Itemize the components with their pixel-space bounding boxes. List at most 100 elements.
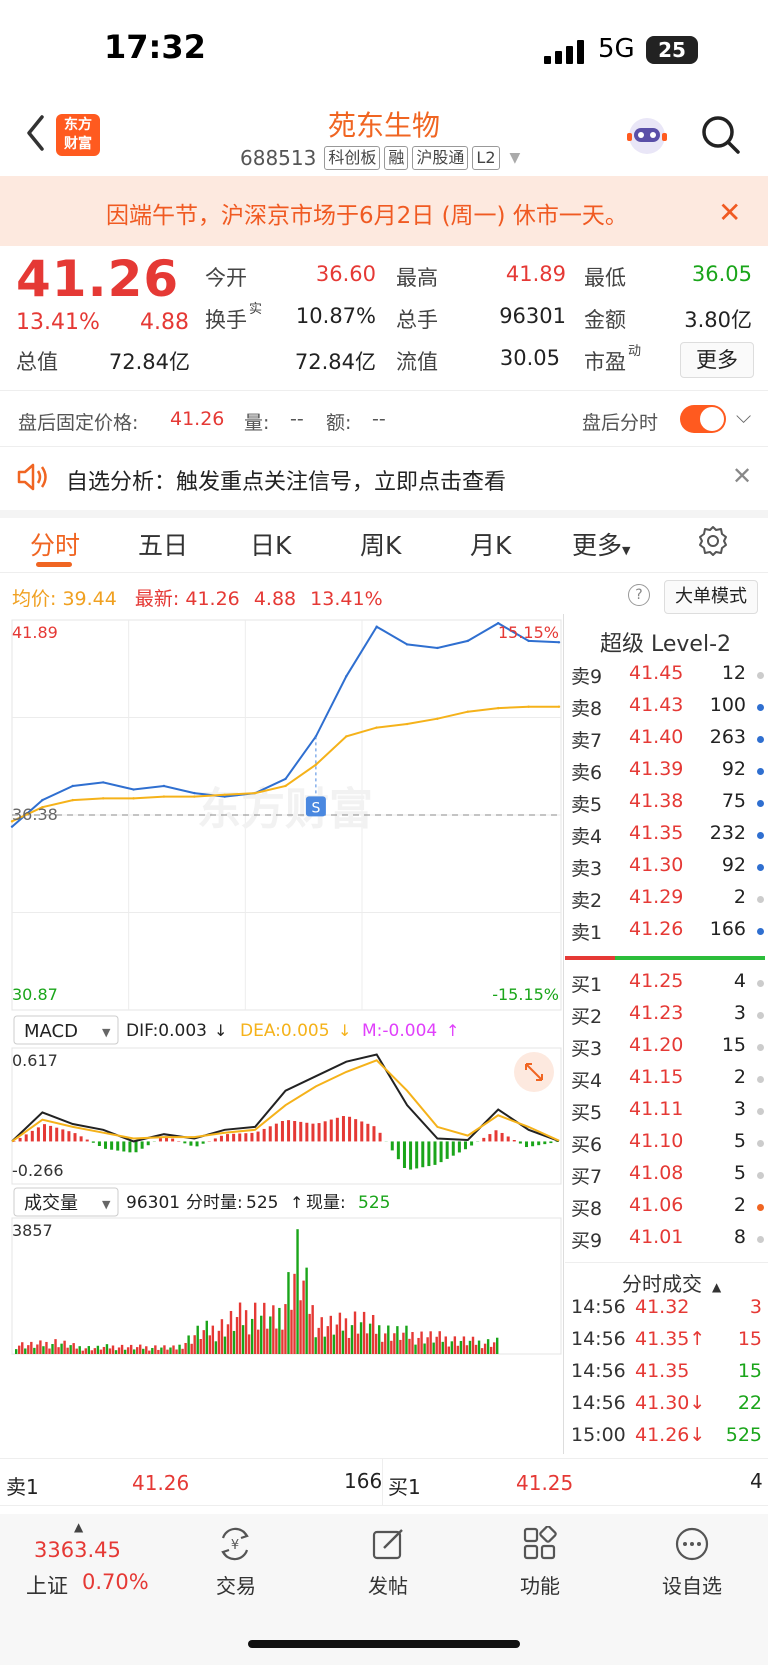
- nav-post[interactable]: 发帖: [338, 1570, 438, 1599]
- close-icon[interactable]: ✕: [718, 196, 741, 229]
- volume-bar: [42, 1346, 45, 1354]
- bid1-price: 41.25: [516, 1471, 574, 1495]
- ask-level[interactable]: 卖7 41.40 263: [565, 726, 768, 758]
- bid-level[interactable]: 买7 41.08 5: [565, 1162, 768, 1194]
- post-icon[interactable]: [370, 1526, 406, 1562]
- last-price: 41.26: [16, 250, 180, 308]
- ask-level[interactable]: 卖4 41.35 232: [565, 822, 768, 854]
- level-label: 卖1: [571, 922, 603, 944]
- nav-trade[interactable]: 交易: [186, 1570, 286, 1599]
- macd-bar: [396, 1141, 400, 1160]
- level-price: 41.35: [629, 822, 684, 844]
- level-dot-icon: [757, 672, 764, 679]
- bid-level[interactable]: 买9 41.01 8: [565, 1226, 768, 1258]
- tab-daily-k[interactable]: 日K: [250, 526, 291, 562]
- bid-level[interactable]: 买1 41.25 4: [565, 970, 768, 1002]
- after-hours-toggle[interactable]: [680, 405, 726, 433]
- chevron-down-icon[interactable]: ⌵: [736, 404, 751, 428]
- bid-level[interactable]: 买6 41.10 5: [565, 1130, 768, 1162]
- average-price-point: [436, 717, 439, 720]
- tab-more[interactable]: 更多▼: [572, 526, 630, 562]
- dropdown-arrow-icon: ▼: [102, 1198, 111, 1211]
- volume-bar: [229, 1310, 233, 1354]
- ask-level[interactable]: 卖9 41.45 12: [565, 662, 768, 694]
- battery-icon: 25: [646, 36, 698, 64]
- index-percent[interactable]: 0.70%: [82, 1570, 149, 1594]
- more-dots-icon[interactable]: [674, 1526, 710, 1562]
- ask-level[interactable]: 卖3 41.30 92: [565, 854, 768, 886]
- volume-bar: [263, 1302, 266, 1354]
- stock-code-row[interactable]: 688513 科创板 融 沪股通 L2 ▼: [240, 144, 520, 172]
- macd-bar: [226, 1134, 230, 1142]
- volume-bar: [39, 1340, 42, 1354]
- tab-weekly-k[interactable]: 周K: [360, 526, 401, 562]
- macd-bar: [97, 1141, 101, 1147]
- speaker-icon: [17, 463, 47, 491]
- tab-monthly-k[interactable]: 月K: [470, 526, 511, 562]
- average-price-point: [405, 722, 409, 726]
- bid-level[interactable]: 买3 41.20 15: [565, 1034, 768, 1066]
- volume-bar: [96, 1345, 100, 1354]
- level-volume: 12: [721, 662, 746, 684]
- ask-level[interactable]: 卖2 41.29 2: [565, 886, 768, 918]
- signal-marker-label: S: [311, 800, 320, 816]
- volume-bar: [269, 1316, 272, 1354]
- nav-add-watchlist[interactable]: 设自选: [642, 1570, 742, 1599]
- price-point: [375, 625, 378, 628]
- tab-timeshare[interactable]: 分时: [30, 526, 80, 562]
- ticks-title[interactable]: 分时成交 ▲: [622, 1268, 721, 1297]
- gear-icon[interactable]: [696, 524, 730, 558]
- level2-title[interactable]: 超级 Level-2: [600, 626, 768, 658]
- divider: [0, 390, 768, 391]
- after-hours-price: 41.26: [170, 408, 225, 430]
- quote-label: 最高: [396, 266, 438, 290]
- volume-bar: [84, 1348, 87, 1354]
- functions-icon[interactable]: [522, 1526, 558, 1562]
- volume-bar: [66, 1347, 69, 1354]
- level-price: 41.29: [629, 886, 684, 908]
- level-dot-icon: [757, 928, 764, 935]
- tick-time: 14:56: [571, 1392, 626, 1414]
- divider: [0, 572, 768, 573]
- volume-bar: [132, 1349, 136, 1354]
- index-name[interactable]: 上证: [26, 1570, 68, 1600]
- index-value[interactable]: 3363.45: [34, 1538, 121, 1562]
- trade-icon[interactable]: ¥: [217, 1526, 253, 1562]
- level-volume: 8: [733, 1226, 746, 1248]
- tab-five-day[interactable]: 五日: [138, 526, 188, 562]
- volume-bar: [30, 1341, 33, 1354]
- macd-bar: [415, 1141, 419, 1169]
- volume-bar: [226, 1324, 230, 1354]
- macd-bar: [268, 1126, 272, 1142]
- volume-bar: [299, 1300, 302, 1354]
- ask-level[interactable]: 卖1 41.26 166: [565, 918, 768, 950]
- price-point: [345, 675, 348, 678]
- level-label: 买6: [571, 1134, 603, 1156]
- ask-level[interactable]: 卖6 41.39 92: [565, 758, 768, 790]
- bid-level[interactable]: 买5 41.11 3: [565, 1098, 768, 1130]
- average-price-point: [497, 706, 500, 710]
- intraday-chart[interactable]: 东方财富S 41.89 36.38 30.87 15.15% -15.15% MACD ▼ DI…: [0, 614, 563, 1454]
- search-icon[interactable]: [700, 114, 742, 156]
- close-icon[interactable]: ✕: [732, 462, 752, 490]
- bid-level[interactable]: 买4 41.15 2: [565, 1066, 768, 1098]
- volume-bar: [387, 1325, 390, 1354]
- volume-bar: [129, 1344, 133, 1354]
- big-order-mode-button[interactable]: 大单模式: [664, 580, 758, 614]
- quote-label: 流值: [396, 350, 438, 374]
- level-price: 41.06: [629, 1194, 684, 1216]
- bid-level[interactable]: 买8 41.06 2: [565, 1194, 768, 1226]
- level-volume: 92: [721, 854, 746, 876]
- macd-bar: [73, 1133, 77, 1142]
- help-icon[interactable]: ?: [628, 584, 650, 606]
- macd-bar: [67, 1131, 71, 1142]
- ask-level[interactable]: 卖8 41.43 100: [565, 694, 768, 726]
- analysis-alert-text[interactable]: 自选分析：触发重点关注信号，立即点击查看: [66, 464, 506, 496]
- ask-level[interactable]: 卖5 41.38 75: [565, 790, 768, 822]
- bid-level[interactable]: 买2 41.23 3: [565, 1002, 768, 1034]
- macd-bar: [494, 1130, 498, 1142]
- nav-functions[interactable]: 功能: [490, 1570, 590, 1599]
- level-volume: 5: [733, 1162, 746, 1184]
- assistant-robot-icon[interactable]: [624, 114, 670, 158]
- more-button[interactable]: 更多: [680, 342, 754, 378]
